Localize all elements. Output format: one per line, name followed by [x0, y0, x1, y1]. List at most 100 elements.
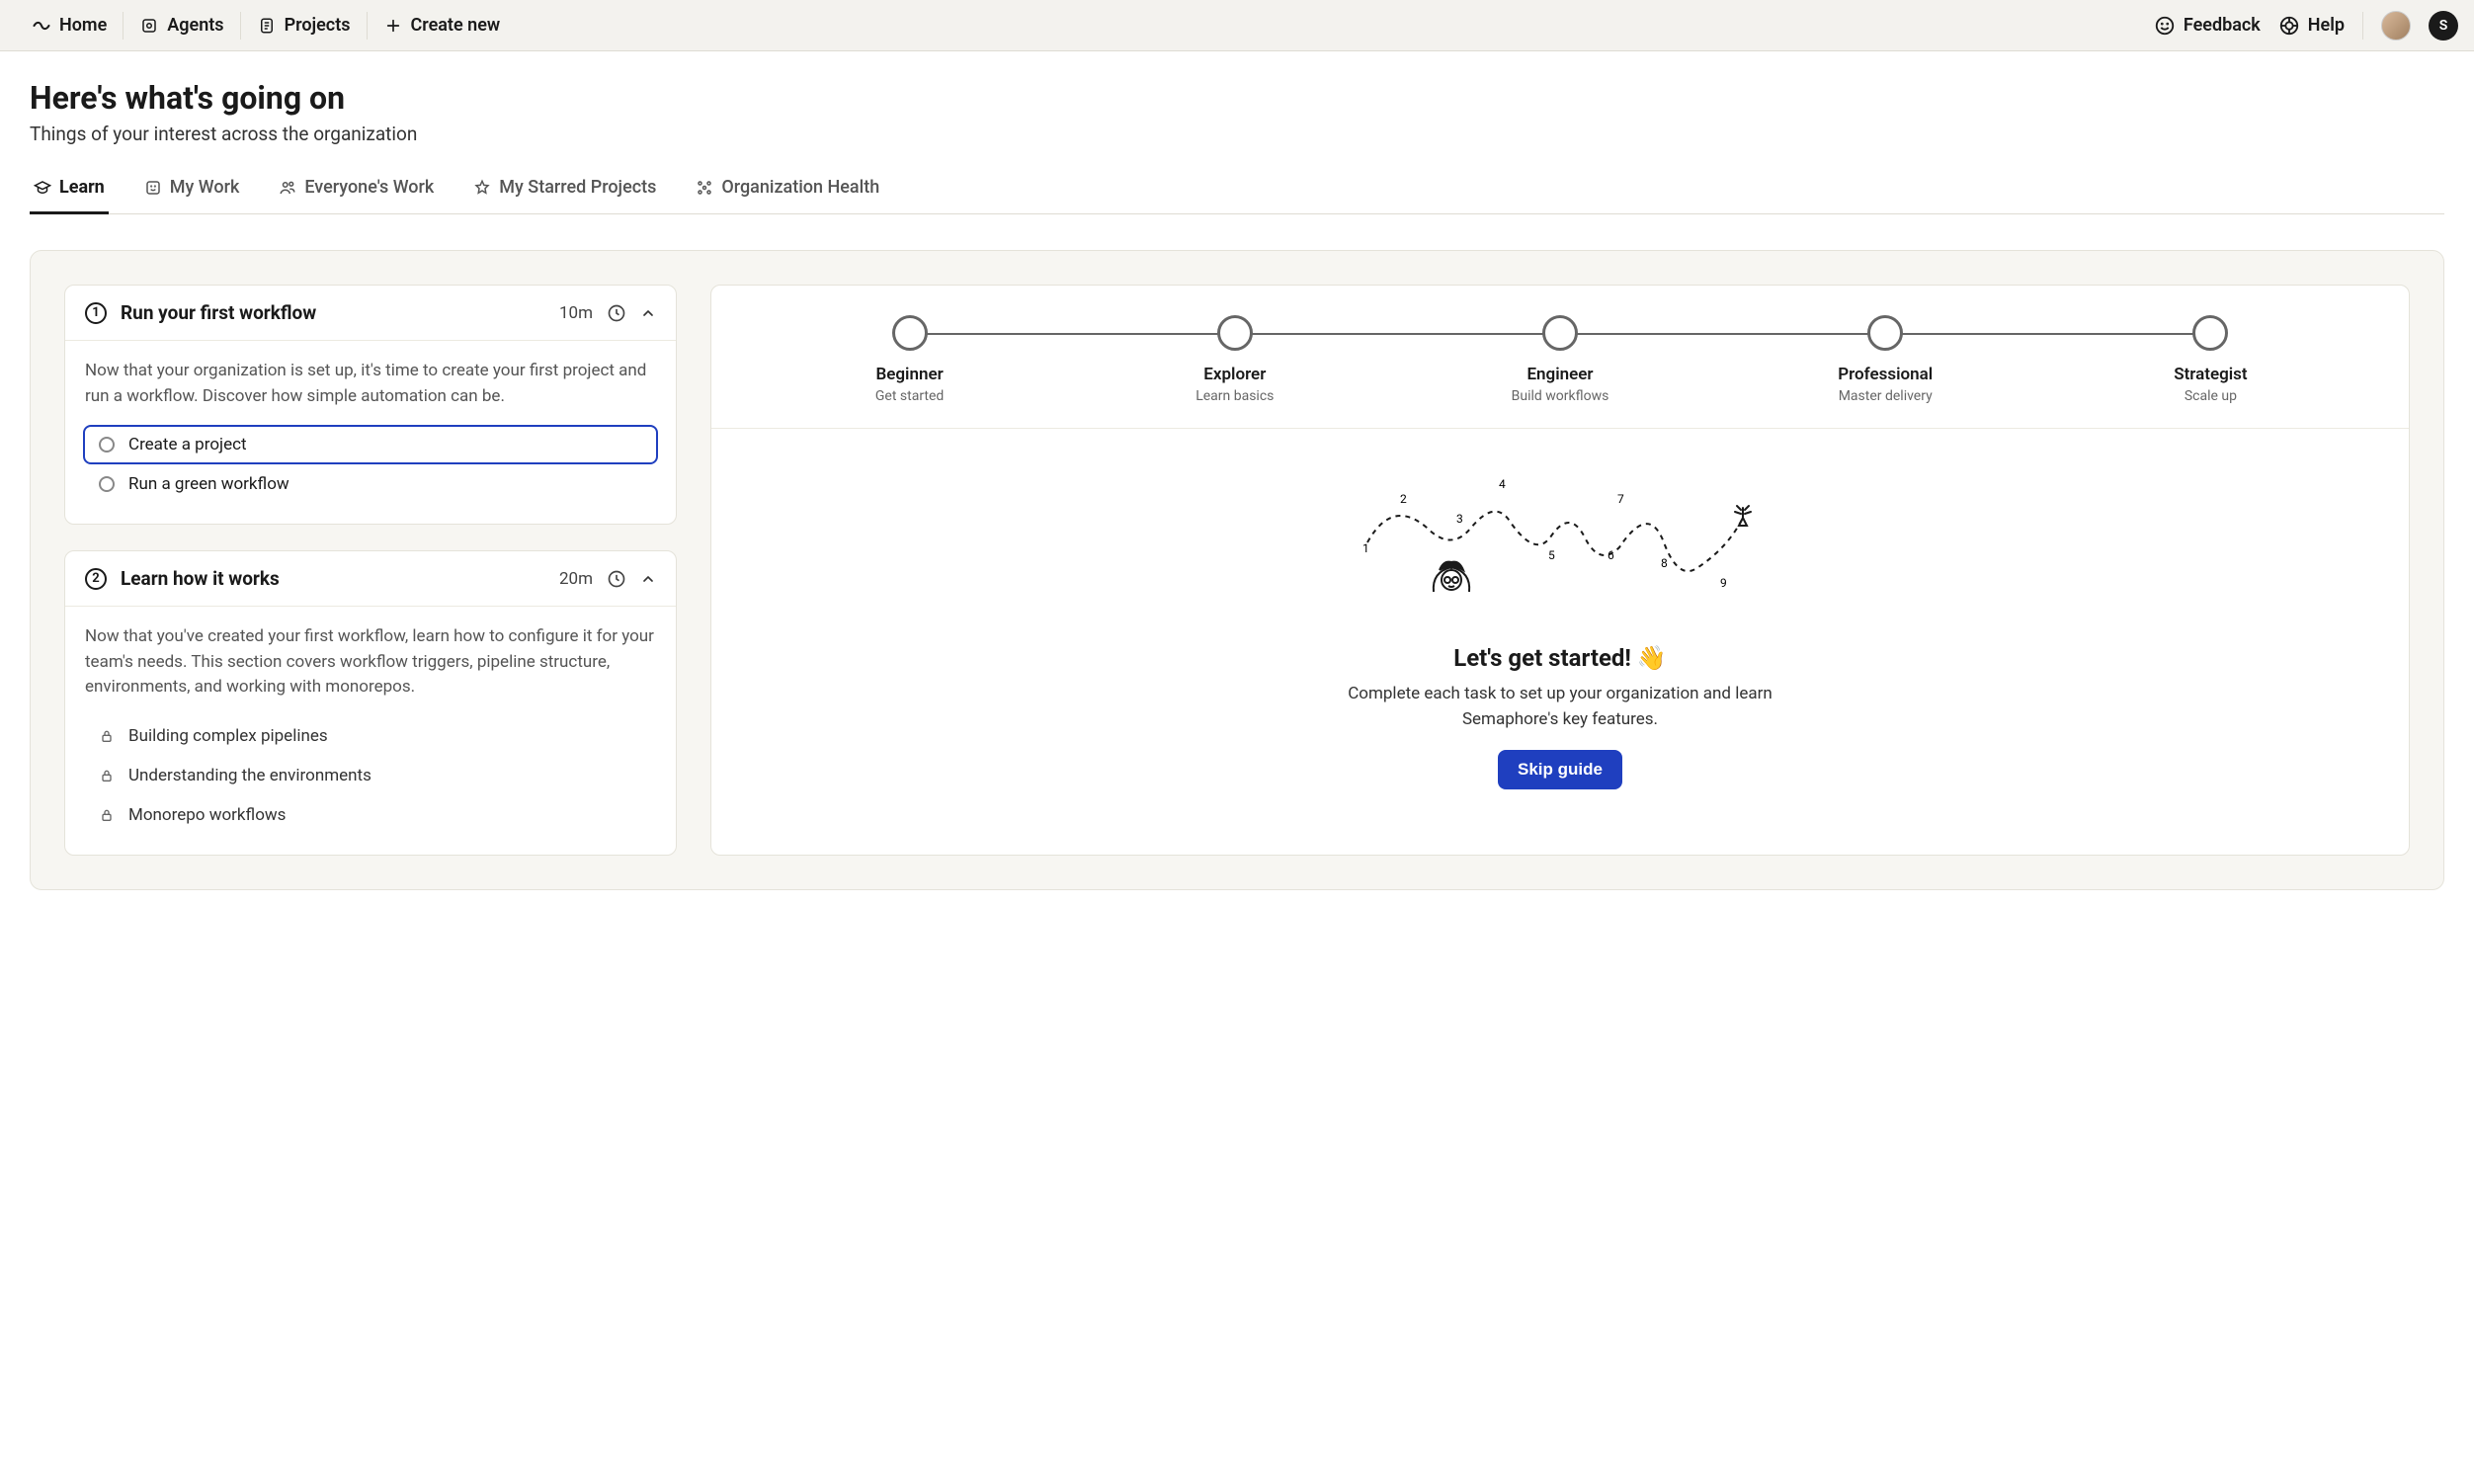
- radio-unchecked-icon: [99, 476, 115, 492]
- task-locked: Understanding the environments: [85, 756, 656, 795]
- stage-explorer: Explorer Learn basics: [1072, 315, 1397, 404]
- journey-illustration: 1 2 3 4 5 6 7 8 9: [711, 429, 2409, 855]
- lesson-title: Learn how it works: [121, 567, 545, 590]
- plus-icon: [383, 16, 403, 36]
- skip-guide-button[interactable]: Skip guide: [1498, 750, 1622, 789]
- stage-name: Engineer: [1526, 365, 1593, 384]
- task-run-green-workflow[interactable]: Run a green workflow: [85, 464, 656, 504]
- people-icon: [279, 179, 296, 197]
- stage-desc: Build workflows: [1512, 388, 1609, 404]
- progress-stages: Beginner Get started Explorer Learn basi…: [711, 286, 2409, 429]
- lesson-title: Run your first workflow: [121, 301, 545, 324]
- tab-learn[interactable]: Learn: [30, 177, 109, 214]
- task-label: Monorepo workflows: [128, 805, 286, 825]
- chevron-up-icon: [640, 571, 656, 587]
- step-number-icon: 1: [85, 302, 107, 324]
- svg-text:2: 2: [1400, 492, 1407, 506]
- progress-column: Beginner Get started Explorer Learn basi…: [710, 285, 2410, 856]
- graduation-cap-icon: [34, 179, 51, 197]
- learn-panel: 1 Run your first workflow 10m Now that y…: [30, 250, 2444, 890]
- stage-dot-icon: [2192, 315, 2228, 351]
- task-label: Create a project: [128, 435, 247, 454]
- svg-text:5: 5: [1548, 548, 1555, 562]
- tabs: Learn My Work Everyone's Work My Starred…: [30, 177, 2444, 214]
- radio-unchecked-icon: [99, 437, 115, 453]
- user-avatar[interactable]: [2381, 11, 2411, 41]
- guide-heading: Let's get started! 👋: [1453, 644, 1667, 672]
- nav-create-new[interactable]: Create new: [368, 0, 517, 51]
- task-label: Understanding the environments: [128, 766, 371, 785]
- smile-square-icon: [144, 179, 162, 197]
- tab-starred[interactable]: My Starred Projects: [469, 177, 660, 214]
- help-icon: [2278, 15, 2300, 37]
- task-label: Building complex pipelines: [128, 726, 328, 746]
- nav-projects[interactable]: Projects: [241, 0, 367, 51]
- lesson-description: Now that you've created your first workf…: [85, 624, 656, 701]
- page-title: Here's what's going on: [30, 79, 2444, 117]
- nav-primary: Home Agents Projects Create new: [16, 0, 516, 51]
- task-locked: Building complex pipelines: [85, 716, 656, 756]
- tab-label: Organization Health: [721, 177, 879, 198]
- nav-feedback-label: Feedback: [2184, 15, 2261, 36]
- tab-label: Learn: [59, 177, 105, 198]
- lock-icon: [99, 807, 115, 823]
- stage-dot-icon: [892, 315, 928, 351]
- nav-home-label: Home: [59, 15, 107, 36]
- lock-icon: [99, 768, 115, 783]
- svg-text:1: 1: [1362, 541, 1369, 555]
- lesson-body: Now that your organization is set up, it…: [65, 341, 676, 524]
- svg-text:3: 3: [1456, 512, 1463, 526]
- lock-icon: [99, 728, 115, 744]
- clock-icon: [607, 303, 626, 323]
- svg-text:4: 4: [1499, 477, 1506, 491]
- stage-desc: Scale up: [2185, 388, 2237, 404]
- nav-help[interactable]: Help: [2278, 15, 2345, 37]
- step-number-icon: 2: [85, 568, 107, 590]
- nav-agents[interactable]: Agents: [124, 0, 239, 51]
- clock-icon: [607, 569, 626, 589]
- lesson-duration: 10m: [559, 303, 593, 323]
- tab-my-work[interactable]: My Work: [140, 177, 244, 214]
- stage-beginner: Beginner Get started: [747, 315, 1072, 404]
- lesson-header[interactable]: 1 Run your first workflow 10m: [65, 286, 676, 341]
- stage-dot-icon: [1542, 315, 1578, 351]
- journey-path-icon: 1 2 3 4 5 6 7 8 9: [1353, 468, 1768, 626]
- smile-icon: [2154, 15, 2176, 37]
- logo-icon: [32, 16, 51, 36]
- nav-secondary: Feedback Help S: [2154, 11, 2458, 41]
- stage-dot-icon: [1867, 315, 1903, 351]
- lesson-description: Now that your organization is set up, it…: [85, 359, 656, 409]
- stage-dot-icon: [1217, 315, 1253, 351]
- svg-text:7: 7: [1617, 492, 1624, 506]
- stage-name: Beginner: [875, 365, 943, 384]
- stage-name: Professional: [1838, 365, 1933, 384]
- nav-help-label: Help: [2308, 15, 2345, 36]
- svg-text:6: 6: [1608, 548, 1614, 562]
- tab-label: My Work: [170, 177, 240, 198]
- lessons-column: 1 Run your first workflow 10m Now that y…: [64, 285, 677, 856]
- nav-home[interactable]: Home: [16, 0, 123, 51]
- task-locked: Monorepo workflows: [85, 795, 656, 835]
- topbar: Home Agents Projects Create new: [0, 0, 2474, 51]
- task-label: Run a green workflow: [128, 474, 289, 494]
- tab-org-health[interactable]: Organization Health: [692, 177, 883, 214]
- svg-text:8: 8: [1661, 556, 1668, 570]
- stage-name: Strategist: [2174, 365, 2247, 384]
- org-badge[interactable]: S: [2429, 11, 2458, 41]
- task-create-project[interactable]: Create a project: [83, 425, 658, 464]
- lesson-header[interactable]: 2 Learn how it works 20m: [65, 551, 676, 607]
- projects-icon: [257, 16, 277, 36]
- lesson-body: Now that you've created your first workf…: [65, 607, 676, 855]
- tab-everyones-work[interactable]: Everyone's Work: [275, 177, 438, 214]
- chevron-up-icon: [640, 305, 656, 321]
- stage-desc: Learn basics: [1196, 388, 1274, 404]
- stage-strategist: Strategist Scale up: [2048, 315, 2373, 404]
- page-subtitle: Things of your interest across the organ…: [30, 123, 2444, 145]
- tab-label: Everyone's Work: [304, 177, 434, 198]
- separator: [2362, 12, 2363, 40]
- lesson-card-1: 1 Run your first workflow 10m Now that y…: [64, 285, 677, 525]
- lesson-duration: 20m: [559, 569, 593, 589]
- nav-feedback[interactable]: Feedback: [2154, 15, 2261, 37]
- agents-icon: [139, 16, 159, 36]
- page-content: Here's what's going on Things of your in…: [0, 51, 2474, 890]
